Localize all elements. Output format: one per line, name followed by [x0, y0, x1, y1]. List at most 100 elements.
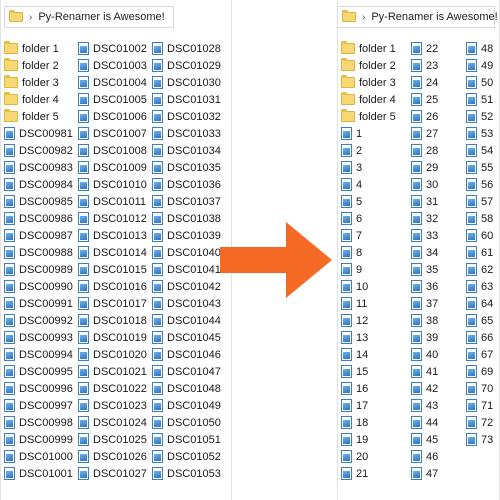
file-item[interactable]: 7: [341, 227, 411, 244]
file-item[interactable]: 37: [411, 295, 466, 312]
file-item[interactable]: DSC01021: [78, 363, 152, 380]
file-item[interactable]: DSC01014: [78, 244, 152, 261]
file-item[interactable]: DSC01053: [152, 465, 232, 482]
file-item[interactable]: DSC00984: [4, 176, 78, 193]
file-item[interactable]: 55: [466, 159, 500, 176]
file-item[interactable]: 45: [411, 431, 466, 448]
file-item[interactable]: 40: [411, 346, 466, 363]
file-item[interactable]: 41: [411, 363, 466, 380]
file-item[interactable]: 29: [411, 159, 466, 176]
file-item[interactable]: 42: [411, 380, 466, 397]
file-item[interactable]: DSC00994: [4, 346, 78, 363]
file-item[interactable]: folder 3: [4, 74, 78, 91]
file-item[interactable]: DSC01036: [152, 176, 232, 193]
file-item[interactable]: DSC01007: [78, 125, 152, 142]
file-item[interactable]: 73: [466, 431, 500, 448]
file-item[interactable]: 65: [466, 312, 500, 329]
file-item[interactable]: DSC00985: [4, 193, 78, 210]
file-item[interactable]: 18: [341, 414, 411, 431]
file-item[interactable]: DSC01034: [152, 142, 232, 159]
file-item[interactable]: 62: [466, 261, 500, 278]
file-item[interactable]: DSC01011: [78, 193, 152, 210]
file-item[interactable]: DSC00992: [4, 312, 78, 329]
file-item[interactable]: folder 4: [4, 91, 78, 108]
file-item[interactable]: DSC00993: [4, 329, 78, 346]
file-item[interactable]: 14: [341, 346, 411, 363]
file-item[interactable]: DSC01048: [152, 380, 232, 397]
file-item[interactable]: DSC00987: [4, 227, 78, 244]
file-item[interactable]: 11: [341, 295, 411, 312]
file-item[interactable]: DSC01049: [152, 397, 232, 414]
file-item[interactable]: 64: [466, 295, 500, 312]
file-item[interactable]: 63: [466, 278, 500, 295]
file-item[interactable]: DSC01033: [152, 125, 232, 142]
file-item[interactable]: DSC01012: [78, 210, 152, 227]
file-item[interactable]: DSC01030: [152, 74, 232, 91]
file-item[interactable]: 20: [341, 448, 411, 465]
file-item[interactable]: DSC01008: [78, 142, 152, 159]
file-item[interactable]: folder 2: [341, 57, 411, 74]
file-item[interactable]: DSC00981: [4, 125, 78, 142]
file-item[interactable]: 1: [341, 125, 411, 142]
file-item[interactable]: 56: [466, 176, 500, 193]
file-item[interactable]: 72: [466, 414, 500, 431]
file-item[interactable]: folder 1: [341, 40, 411, 57]
file-item[interactable]: DSC00990: [4, 278, 78, 295]
file-item[interactable]: 32: [411, 210, 466, 227]
file-item[interactable]: 66: [466, 329, 500, 346]
file-item[interactable]: DSC01052: [152, 448, 232, 465]
file-item[interactable]: DSC00986: [4, 210, 78, 227]
file-item[interactable]: 60: [466, 227, 500, 244]
breadcrumb-path[interactable]: Py-Renamer is Awesome!: [38, 11, 164, 23]
file-item[interactable]: DSC01044: [152, 312, 232, 329]
file-item[interactable]: 31: [411, 193, 466, 210]
file-item[interactable]: DSC00988: [4, 244, 78, 261]
file-item[interactable]: 39: [411, 329, 466, 346]
file-item[interactable]: DSC01017: [78, 295, 152, 312]
file-item[interactable]: 10: [341, 278, 411, 295]
file-item[interactable]: DSC01004: [78, 74, 152, 91]
file-item[interactable]: 43: [411, 397, 466, 414]
file-item[interactable]: 47: [411, 465, 466, 482]
file-item[interactable]: DSC00991: [4, 295, 78, 312]
file-item[interactable]: 33: [411, 227, 466, 244]
file-item[interactable]: DSC01015: [78, 261, 152, 278]
file-item[interactable]: DSC01026: [78, 448, 152, 465]
file-item[interactable]: 24: [411, 74, 466, 91]
file-item[interactable]: DSC01051: [152, 431, 232, 448]
file-item[interactable]: DSC01025: [78, 431, 152, 448]
file-item[interactable]: 36: [411, 278, 466, 295]
file-item[interactable]: 4: [341, 176, 411, 193]
file-item[interactable]: 28: [411, 142, 466, 159]
address-bar[interactable]: › Py-Renamer is Awesome!: [4, 6, 174, 28]
file-item[interactable]: DSC01009: [78, 159, 152, 176]
file-item[interactable]: 70: [466, 380, 500, 397]
file-item[interactable]: 12: [341, 312, 411, 329]
file-item[interactable]: folder 1: [4, 40, 78, 57]
file-item[interactable]: 2: [341, 142, 411, 159]
file-item[interactable]: DSC00997: [4, 397, 78, 414]
file-item[interactable]: 6: [341, 210, 411, 227]
file-item[interactable]: DSC01037: [152, 193, 232, 210]
file-item[interactable]: 15: [341, 363, 411, 380]
file-item[interactable]: 27: [411, 125, 466, 142]
file-item[interactable]: 30: [411, 176, 466, 193]
file-item[interactable]: 21: [341, 465, 411, 482]
file-item[interactable]: folder 3: [341, 74, 411, 91]
file-item[interactable]: DSC01003: [78, 57, 152, 74]
file-item[interactable]: 9: [341, 261, 411, 278]
file-item[interactable]: 16: [341, 380, 411, 397]
file-item[interactable]: DSC01035: [152, 159, 232, 176]
file-item[interactable]: DSC00996: [4, 380, 78, 397]
file-item[interactable]: DSC00983: [4, 159, 78, 176]
file-item[interactable]: 49: [466, 57, 500, 74]
file-item[interactable]: DSC01010: [78, 176, 152, 193]
file-item[interactable]: DSC01046: [152, 346, 232, 363]
file-item[interactable]: 13: [341, 329, 411, 346]
file-item[interactable]: 57: [466, 193, 500, 210]
file-item[interactable]: DSC01028: [152, 40, 232, 57]
file-item[interactable]: 35: [411, 261, 466, 278]
file-item[interactable]: 53: [466, 125, 500, 142]
file-item[interactable]: DSC01016: [78, 278, 152, 295]
file-item[interactable]: 44: [411, 414, 466, 431]
